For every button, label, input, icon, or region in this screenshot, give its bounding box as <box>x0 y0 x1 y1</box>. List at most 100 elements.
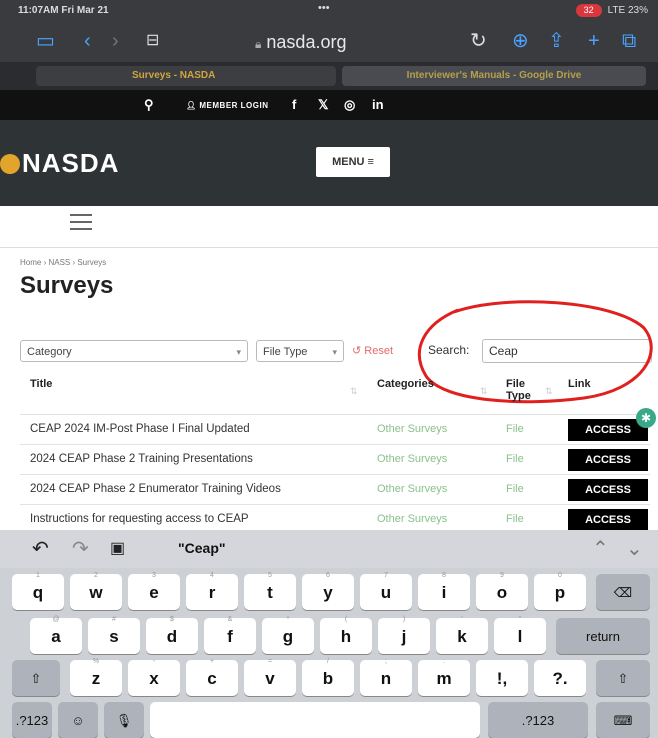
key-7[interactable]: !, <box>476 660 528 696</box>
key-2[interactable]: + c <box>186 658 238 696</box>
backspace-icon[interactable]: ⌫ <box>596 574 650 610</box>
download-icon[interactable]: ⊕ <box>512 30 529 52</box>
sidebar-icon[interactable]: ▭ <box>36 30 55 52</box>
sort-icon[interactable]: ⇅ <box>350 386 358 397</box>
hamburger-icon[interactable] <box>70 214 92 235</box>
key-g[interactable]: * g <box>262 616 314 654</box>
microphone-icon[interactable]: 🎙︎ <box>104 702 144 738</box>
new-tab-icon[interactable]: + <box>588 30 600 52</box>
linkedin-icon[interactable]: in <box>372 97 384 112</box>
key-5[interactable]: ; n <box>360 658 412 696</box>
key-w[interactable]: 2w <box>70 572 122 610</box>
table-row: 2024 CEAP Phase 2 Training Presentations… <box>20 444 650 473</box>
row-title[interactable]: 2024 CEAP Phase 2 Training Presentations <box>30 453 253 465</box>
reload-icon[interactable]: ↻ <box>470 30 487 52</box>
key-3[interactable]: = v <box>244 658 296 696</box>
key-6[interactable]: :m <box>418 658 470 696</box>
chevron-up-icon[interactable]: ⌃ <box>592 536 609 561</box>
instagram-icon[interactable]: ◎ <box>344 97 355 113</box>
accessibility-icon[interactable]: ✱ <box>636 408 656 428</box>
undo-icon[interactable]: ↶ <box>32 536 49 561</box>
tab-group-icon[interactable]: ⊟ <box>146 30 159 52</box>
multitask-dots[interactable]: ••• <box>318 2 330 14</box>
member-login-label: MEMBER LOGIN <box>199 101 269 110</box>
col-title[interactable]: Title <box>30 378 52 390</box>
key-d[interactable]: $ d <box>146 616 198 654</box>
shift-icon[interactable]: ⇧ <box>596 660 650 696</box>
key-hint: = <box>267 658 273 665</box>
key-4[interactable]: / b <box>302 658 354 696</box>
access-button[interactable]: ACCESS <box>568 509 648 531</box>
key-r[interactable]: 4r <box>186 572 238 610</box>
key-e[interactable]: 3e <box>128 572 180 610</box>
key-label: i <box>441 583 447 602</box>
back-icon[interactable]: ‹ <box>84 30 91 52</box>
search-icon[interactable]: ⚲ <box>144 97 154 113</box>
row-type: File <box>506 423 524 435</box>
numbers-key[interactable]: .?123 <box>488 702 588 738</box>
access-button[interactable]: ACCESS <box>568 449 648 471</box>
redo-icon[interactable]: ↷ <box>72 536 89 561</box>
share-icon[interactable]: ⇪ <box>548 30 565 52</box>
key-p[interactable]: 0p <box>534 572 586 610</box>
x-icon[interactable]: 𝕏 <box>318 97 328 113</box>
row-category[interactable]: Other Surveys <box>377 513 447 525</box>
clipboard-icon[interactable]: ▣ <box>110 538 125 558</box>
suggestion-word[interactable]: "Ceap" <box>178 540 226 556</box>
reset-link[interactable]: ↺ Reset <box>352 344 393 357</box>
key-j[interactable]: ) j <box>378 616 430 654</box>
key-h[interactable]: (h <box>320 616 372 654</box>
key-f[interactable]: & f <box>204 616 256 654</box>
facebook-icon[interactable]: f <box>292 97 296 112</box>
chevron-down-icon[interactable]: ⌄ <box>626 536 643 561</box>
numbers-key[interactable]: .?123 <box>12 702 52 738</box>
key-o[interactable]: 9o <box>476 572 528 610</box>
key-y[interactable]: 6y <box>302 572 354 610</box>
key-t[interactable]: 5t <box>244 572 296 610</box>
forward-icon[interactable]: › <box>112 30 119 52</box>
key-label: t <box>267 583 273 602</box>
row-category[interactable]: Other Surveys <box>377 423 447 435</box>
site-header: NASDA MENU ≡ <box>0 120 658 206</box>
keyboard-dismiss-icon[interactable]: ⌨ <box>596 702 650 738</box>
emoji-icon[interactable]: ☺ <box>58 702 98 738</box>
key-0[interactable]: % z <box>70 658 122 696</box>
row-title[interactable]: Instructions for requesting access to CE… <box>30 513 249 525</box>
status-right: 32 LTE 23% <box>575 4 648 17</box>
key-q[interactable]: 1q <box>12 572 64 610</box>
key-a[interactable]: @ a <box>30 616 82 654</box>
menu-button[interactable]: MENU ≡ <box>316 147 390 177</box>
key-s[interactable]: # s <box>88 616 140 654</box>
tabs-overview-icon[interactable]: ⧉ <box>622 30 636 52</box>
space-key[interactable] <box>150 702 480 738</box>
return-key[interactable]: return <box>556 618 650 654</box>
tab-surveys[interactable]: Surveys - NASDA <box>36 66 336 86</box>
col-link[interactable]: Link <box>568 378 591 390</box>
category-select[interactable]: Category ▾ <box>20 340 248 362</box>
key-1[interactable]: -x <box>128 658 180 696</box>
url-field[interactable]: 🔒︎ nasda.org <box>255 32 346 53</box>
shift-icon[interactable]: ⇧ <box>12 660 60 696</box>
row-title[interactable]: CEAP 2024 IM-Post Phase I Final Updated <box>30 423 250 435</box>
key-l[interactable]: " l <box>494 616 546 654</box>
file-type-select[interactable]: File Type ▾ <box>256 340 344 362</box>
row-title[interactable]: 2024 CEAP Phase 2 Enumerator Training Vi… <box>30 483 281 495</box>
key-8[interactable]: ?. <box>534 660 586 696</box>
col-categories[interactable]: Categories <box>377 378 434 390</box>
site-logo[interactable]: NASDA <box>0 148 119 179</box>
key-k[interactable]: ' k <box>436 616 488 654</box>
row-category[interactable]: Other Surveys <box>377 453 447 465</box>
member-login-link[interactable]: 👤︎ MEMBER LOGIN <box>186 101 269 110</box>
row-category[interactable]: Other Surveys <box>377 483 447 495</box>
status-time: 11:07AM Fri Mar 21 <box>18 5 109 16</box>
key-label: .?123 <box>521 713 555 728</box>
key-i[interactable]: 8i <box>418 572 470 610</box>
access-button[interactable]: ACCESS <box>568 479 648 501</box>
key-label: v <box>265 669 275 688</box>
key-u[interactable]: 7u <box>360 572 412 610</box>
tab-drive[interactable]: Interviewer's Manuals - Google Drive <box>342 66 646 86</box>
screen: 11:07AM Fri Mar 21 ••• 32 LTE 23% ▭ ‹ › … <box>0 0 658 738</box>
col-file-type[interactable]: File Type <box>506 378 546 402</box>
sort-icon[interactable]: ⇅ <box>480 386 488 397</box>
sort-icon[interactable]: ⇅ <box>545 386 553 397</box>
